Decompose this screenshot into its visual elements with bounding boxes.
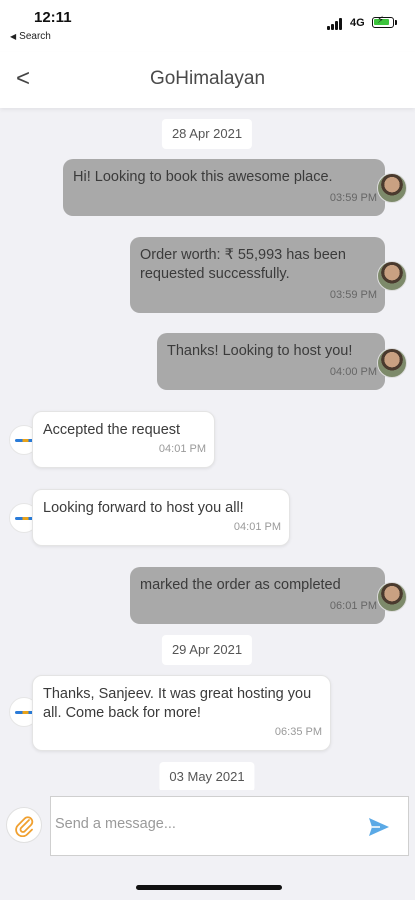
message-input-box[interactable]	[50, 796, 409, 856]
message-time: 04:01 PM	[158, 443, 206, 455]
message-bubble-incoming: Thanks, Sanjeev. It was great hosting yo…	[32, 675, 331, 751]
user-avatar	[377, 348, 407, 378]
message-text: Looking forward to host you all!	[43, 500, 244, 516]
message-text: Hi! Looking to book this awesome place.	[73, 169, 333, 185]
date-separator: 29 Apr 2021	[161, 635, 253, 665]
message-bubble-incoming: Looking forward to host you all! 04:01 P…	[32, 489, 290, 546]
message-text: Accepted the request	[43, 422, 181, 438]
message-bubble-outgoing: Order worth: ₹ 55,993 has been requested…	[130, 237, 385, 313]
network-type: 4G	[350, 17, 365, 29]
signal-icon	[327, 18, 345, 30]
chat-title: GoHimalayan	[149, 68, 266, 89]
status-bar: 12:11 ◀ Search 4G ⚡	[0, 0, 415, 52]
message-input[interactable]	[53, 815, 357, 833]
date-separator: 03 May 2021	[159, 762, 255, 792]
message-time: 04:01 PM	[233, 521, 281, 533]
send-button[interactable]	[368, 817, 390, 842]
back-triangle-icon: ◀	[10, 32, 17, 41]
message-time: 04:00 PM	[329, 366, 377, 378]
message-bubble-outgoing: Thanks! Looking to host you! 04:00 PM	[157, 333, 385, 390]
message-text: Order worth: ₹ 55,993 has been requested…	[140, 247, 346, 282]
back-to-search-link[interactable]: ◀ Search	[10, 31, 51, 42]
user-avatar	[377, 582, 407, 612]
message-bubble-outgoing: marked the order as completed 06:01 PM	[130, 567, 385, 624]
message-time: 03:59 PM	[329, 289, 377, 301]
status-time: 12:11	[34, 9, 72, 26]
paperclip-icon	[15, 816, 34, 837]
message-text: Thanks, Sanjeev. It was great hosting yo…	[43, 686, 312, 721]
message-time: 06:35 PM	[274, 726, 322, 738]
message-bubble-outgoing: Hi! Looking to book this awesome place. …	[63, 159, 385, 216]
battery-icon: ⚡	[372, 15, 394, 28]
chat-header: < GoHimalayan	[0, 52, 415, 108]
message-composer	[0, 790, 415, 900]
message-bubble-incoming: Accepted the request 04:01 PM	[32, 411, 215, 468]
user-avatar	[377, 261, 407, 291]
battery-nub	[395, 20, 397, 25]
back-to-search-label: Search	[19, 31, 51, 42]
message-text: Thanks! Looking to host you!	[167, 343, 353, 359]
message-text: marked the order as completed	[140, 577, 341, 593]
user-avatar	[377, 173, 407, 203]
send-icon	[369, 818, 389, 836]
message-time: 06:01 PM	[329, 600, 377, 612]
attach-button[interactable]	[6, 807, 42, 843]
date-separator: 28 Apr 2021	[161, 119, 253, 149]
message-time: 03:59 PM	[329, 192, 377, 204]
home-indicator	[136, 885, 282, 890]
